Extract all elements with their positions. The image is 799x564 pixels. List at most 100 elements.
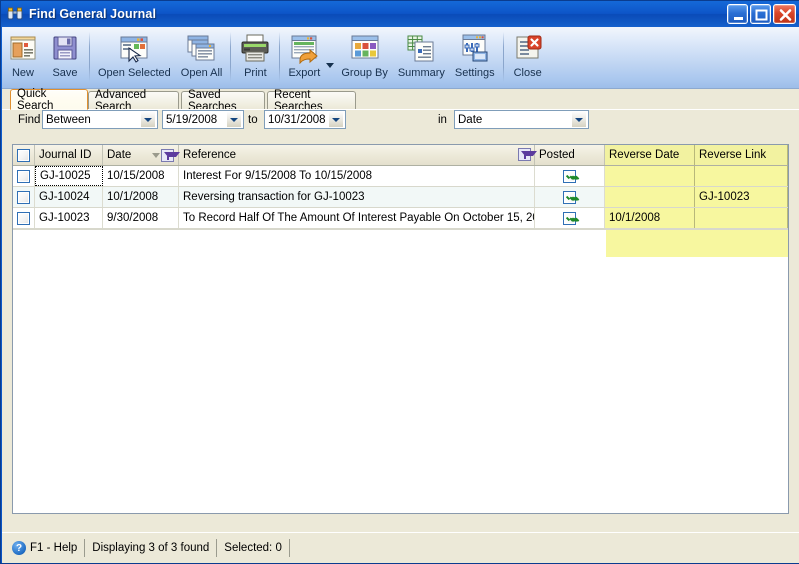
table-row[interactable]: GJ-10024 10/1/2008 Reversing transaction… xyxy=(13,187,788,208)
toolbar-button-summary[interactable]: Summary xyxy=(393,30,450,86)
results-grid[interactable]: Journal ID Date Reference Posted Reverse… xyxy=(12,144,789,514)
cell-posted[interactable] xyxy=(535,166,605,186)
row-select-cell[interactable] xyxy=(13,208,35,228)
cell-posted[interactable] xyxy=(535,187,605,207)
cell-value: 10/1/2008 xyxy=(609,212,661,224)
close-button[interactable] xyxy=(773,4,796,24)
toolbar-label: Export xyxy=(288,67,321,79)
toolbar-label: Open Selected xyxy=(98,67,171,79)
status-help[interactable]: ? F1 - Help xyxy=(2,539,86,557)
tab-quick-search[interactable]: Quick Search xyxy=(10,87,88,112)
chevron-down-icon[interactable] xyxy=(140,111,156,128)
grid-header-journal-id[interactable]: Journal ID xyxy=(35,145,103,165)
quick-search-panel: Find Between 5/19/2008 to 10/31/2008 in … xyxy=(2,109,799,132)
toolbar-button-print[interactable]: Print xyxy=(234,30,276,86)
toolbar-button-export[interactable]: Export xyxy=(283,30,325,86)
tab-label: Quick Search xyxy=(17,87,54,112)
cell-journal-id[interactable]: GJ-10023 xyxy=(35,208,103,228)
tab-strip: Quick Search Advanced Search Saved Searc… xyxy=(2,87,799,113)
floppy-disk-save-icon xyxy=(49,32,81,64)
toolbar-label: Open All xyxy=(180,67,223,79)
toolbar-button-settings[interactable]: Settings xyxy=(450,30,500,86)
question-mark-circle-icon: ? xyxy=(12,541,26,555)
toolbar-button-open-all[interactable]: Open All xyxy=(176,30,228,86)
cell-reverse-date[interactable]: 10/1/2008 xyxy=(605,208,695,228)
toolbar-button-group-by[interactable]: Group By xyxy=(336,30,392,86)
filter-icon[interactable] xyxy=(161,148,181,162)
cell-value: Reversing transaction for GJ-10023 xyxy=(183,191,365,203)
cell-journal-id[interactable]: GJ-10024 xyxy=(35,187,103,207)
cell-date[interactable]: 10/1/2008 xyxy=(103,187,179,207)
date-to-input[interactable]: 10/31/2008 xyxy=(264,110,346,129)
grid-header-reverse-date[interactable]: Reverse Date xyxy=(605,145,695,165)
chevron-down-icon[interactable] xyxy=(328,111,344,128)
toolbar-button-new[interactable]: New xyxy=(2,30,44,86)
row-select-checkbox[interactable] xyxy=(17,211,30,225)
window-title: Find General Journal xyxy=(29,7,157,21)
find-operator-value: Between xyxy=(46,113,91,126)
search-field-value: Date xyxy=(458,113,483,126)
cell-date[interactable]: 10/15/2008 xyxy=(103,166,179,186)
open-all-windows-icon xyxy=(186,32,218,64)
search-field-select[interactable]: Date xyxy=(454,110,589,129)
cell-posted[interactable] xyxy=(535,208,605,228)
row-select-cell[interactable] xyxy=(13,187,35,207)
tab-saved-searches[interactable]: Saved Searches xyxy=(181,89,265,113)
cell-reference[interactable]: To Record Half Of The Amount Of Interest… xyxy=(179,208,535,228)
grid-header-select-all[interactable] xyxy=(13,145,35,165)
find-operator-select[interactable]: Between xyxy=(42,110,158,129)
posted-checkbox[interactable] xyxy=(563,169,576,183)
cell-reverse-link[interactable]: GJ-10023 xyxy=(695,187,788,207)
summary-report-icon xyxy=(405,32,437,64)
chevron-down-icon[interactable] xyxy=(571,111,587,128)
toolbar-button-open-selected[interactable]: Open Selected xyxy=(93,30,176,86)
tab-recent-searches[interactable]: Recent Searches xyxy=(267,89,356,113)
column-label: Reference xyxy=(183,149,237,161)
maximize-button[interactable] xyxy=(750,4,771,24)
posted-checkbox[interactable] xyxy=(563,211,576,225)
grid-last-row-divider xyxy=(13,229,788,230)
posted-checkbox[interactable] xyxy=(563,190,576,204)
filter-icon[interactable] xyxy=(518,148,537,161)
toolbar-label: New xyxy=(11,67,34,79)
select-all-checkbox[interactable] xyxy=(17,148,30,162)
status-selected: Selected: 0 xyxy=(217,539,290,557)
cell-reverse-date[interactable] xyxy=(605,166,695,186)
toolbar-label: Save xyxy=(52,67,78,79)
new-document-icon xyxy=(7,32,39,64)
toolbar-button-save[interactable]: Save xyxy=(44,30,86,86)
cell-value: GJ-10025 xyxy=(40,170,91,182)
grid-header-reverse-link[interactable]: Reverse Link xyxy=(695,145,788,165)
status-displaying-label: Displaying 3 of 3 found xyxy=(92,542,210,554)
grid-header-posted[interactable]: Posted xyxy=(535,145,605,165)
date-to-value: 10/31/2008 xyxy=(268,113,326,126)
date-from-input[interactable]: 5/19/2008 xyxy=(162,110,244,129)
in-label: in xyxy=(438,114,447,126)
grid-header-reference[interactable]: Reference xyxy=(179,145,537,165)
status-bar: ? F1 - Help Displaying 3 of 3 found Sele… xyxy=(2,532,799,563)
toolbar: New Save Open Selected Open All Print Ex… xyxy=(2,27,799,89)
row-select-cell[interactable] xyxy=(13,166,35,186)
toolbar-group-export: Export xyxy=(283,30,336,86)
open-selected-window-icon xyxy=(118,32,150,64)
tab-advanced-search[interactable]: Advanced Search xyxy=(88,89,179,113)
minimize-button[interactable] xyxy=(727,4,748,24)
cell-journal-id[interactable]: GJ-10025 xyxy=(35,166,103,186)
export-dropdown-arrow-icon[interactable] xyxy=(326,62,335,68)
row-select-checkbox[interactable] xyxy=(17,169,30,183)
cell-date[interactable]: 9/30/2008 xyxy=(103,208,179,228)
printer-icon xyxy=(239,32,271,64)
table-row[interactable]: GJ-10023 9/30/2008 To Record Half Of The… xyxy=(13,208,788,229)
close-document-icon xyxy=(512,32,544,64)
toolbar-label: Print xyxy=(244,67,267,79)
cell-reference[interactable]: Reversing transaction for GJ-10023 xyxy=(179,187,535,207)
cell-reverse-link[interactable] xyxy=(695,208,788,228)
cell-reference[interactable]: Interest For 9/15/2008 To 10/15/2008 xyxy=(179,166,535,186)
grid-header-date[interactable]: Date xyxy=(103,145,181,165)
toolbar-button-close[interactable]: Close xyxy=(507,30,549,86)
row-select-checkbox[interactable] xyxy=(17,190,30,204)
cell-reverse-date[interactable] xyxy=(605,187,695,207)
table-row[interactable]: GJ-10025 10/15/2008 Interest For 9/15/20… xyxy=(13,166,788,187)
cell-reverse-link[interactable] xyxy=(695,166,788,186)
chevron-down-icon[interactable] xyxy=(226,111,242,128)
